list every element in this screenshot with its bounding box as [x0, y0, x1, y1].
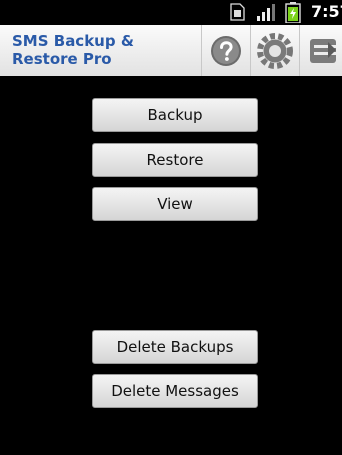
settings-icon: [257, 32, 293, 69]
backup-button[interactable]: Backup: [92, 98, 258, 132]
action-bar: SMS Backup & Restore Pro: [0, 25, 342, 76]
delete-messages-button[interactable]: Delete Messages: [92, 374, 258, 408]
help-button[interactable]: [201, 25, 250, 76]
view-button[interactable]: View: [92, 187, 258, 221]
restore-button[interactable]: Restore: [92, 143, 258, 177]
status-bar: 7:57: [0, 0, 342, 25]
more-icon: [310, 38, 336, 63]
more-button[interactable]: [299, 25, 342, 76]
app-title: SMS Backup & Restore Pro: [12, 32, 134, 68]
settings-button[interactable]: [250, 25, 299, 76]
signal-strength-icon: [257, 4, 275, 21]
delete-backups-button[interactable]: Delete Backups: [92, 330, 258, 364]
status-clock: 7:57: [311, 2, 342, 21]
battery-charging-icon: [285, 2, 301, 23]
sim-card-icon: [230, 3, 245, 21]
help-icon: [211, 35, 241, 66]
